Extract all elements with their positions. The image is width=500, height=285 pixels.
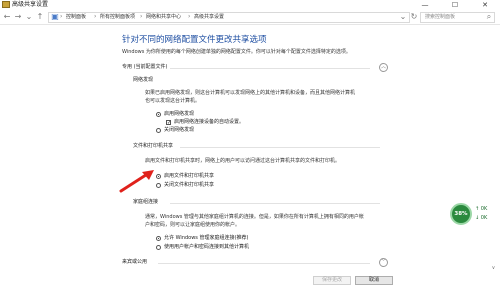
recent-dropdown-icon[interactable]: ⌄ <box>24 12 34 22</box>
refresh-icon[interactable]: ↻ <box>409 12 419 22</box>
file-sharing-on-radio[interactable] <box>156 174 161 179</box>
homegroup-allow-radio[interactable] <box>156 236 161 241</box>
file-sharing-off-radio[interactable] <box>156 183 161 188</box>
homegroup-user-radio[interactable] <box>156 245 161 250</box>
window-title: 高级共享设置 <box>12 1 49 8</box>
homegroup-desc-2: 户和密码，则可以让家庭组使用你的帐户。 <box>145 222 241 228</box>
page-title: 针对不同的网络配置文件更改共享选项 <box>122 35 267 45</box>
homegroup-allow-label[interactable]: 允许 Windows 管理家庭组连接(推荐) <box>164 235 248 242</box>
chevron-down-icon[interactable]: ﹀ <box>379 258 388 267</box>
homegroup-title: 家庭组连接 <box>133 199 159 205</box>
divider <box>158 263 370 264</box>
back-arrow-icon[interactable]: ← <box>2 12 12 22</box>
auto-setup-checkbox[interactable]: ✓ <box>166 120 171 126</box>
breadcrumb-network-center[interactable]: 网络和共享中心 <box>146 14 181 21</box>
download-speed: ↓ 0K <box>475 215 488 221</box>
breadcrumb-separator: › <box>188 13 191 20</box>
cpu-usage-badge: 38% <box>450 203 472 225</box>
auto-setup-label[interactable]: 启用网络连接设备的自动设置。 <box>174 119 244 126</box>
file-sharing-off-label[interactable]: 关闭文件和打印机共享 <box>164 182 214 189</box>
divider <box>180 147 380 148</box>
forward-arrow-icon[interactable]: → <box>13 12 23 22</box>
network-discovery-off-radio[interactable] <box>156 128 161 133</box>
file-printer-title: 文件和打印机共享 <box>133 143 174 149</box>
profile-guest-label: 来宾或公用 <box>122 259 148 265</box>
close-button[interactable]: ✕ <box>470 0 500 10</box>
profile-private-header[interactable]: 专用 (当前配置文件) ︿ <box>122 63 388 73</box>
breadcrumb-separator: › <box>94 13 97 20</box>
file-printer-desc: 启用文件和打印机共享时，网络上的用户可以访问通过这台计算机共享的文件和打印机。 <box>145 158 341 164</box>
breadcrumb-all-items[interactable]: 所有控制面板项 <box>100 14 135 21</box>
divider <box>170 203 380 204</box>
file-sharing-on-label[interactable]: 启用文件和打印机共享 <box>164 173 214 180</box>
profile-guest-header[interactable]: 来宾或公用 ﹀ <box>122 258 388 268</box>
search-placeholder: 搜索控制面板 <box>425 14 456 20</box>
network-discovery-on-label[interactable]: 启用网络发现 <box>164 111 194 118</box>
control-panel-icon: ▣ <box>51 12 59 21</box>
upload-speed: ↑ 0K <box>475 206 488 212</box>
annotation-arrow-icon <box>119 170 154 193</box>
maximize-button[interactable]: ☐ <box>440 0 470 10</box>
network-monitor-widget[interactable]: 38% ↑ 0K ↓ 0K <box>450 203 500 225</box>
cancel-button[interactable]: 取消 <box>355 276 393 285</box>
minimize-button[interactable]: — <box>410 0 440 10</box>
homegroup-user-label[interactable]: 使用用户帐户和密码连接到其他计算机 <box>164 244 249 251</box>
homegroup-desc-1: 通常，Windows 管理与其他家庭组计算机的连接。但是，如果你在所有计算机上拥… <box>145 214 364 220</box>
breadcrumb-separator: › <box>60 13 63 20</box>
page-subtitle: Windows 为你所使用的每个网络创建单独的网络配置文件。你可以针对每个配置文… <box>122 49 351 55</box>
network-discovery-desc-2: 也可以发现这台计算机。 <box>145 98 201 104</box>
network-discovery-on-radio[interactable] <box>156 112 161 117</box>
divider <box>170 68 370 69</box>
chevron-up-icon[interactable]: ︿ <box>379 63 388 72</box>
breadcrumb-control-panel[interactable]: 控制面板 <box>66 14 86 21</box>
breadcrumb-current[interactable]: 高级共享设置 <box>194 14 224 21</box>
search-icon[interactable]: ⌕ <box>484 12 494 22</box>
up-arrow-icon[interactable]: ↑ <box>35 12 45 22</box>
breadcrumb-separator: › <box>140 13 143 20</box>
save-changes-button[interactable]: 保存更改 <box>313 276 351 285</box>
scroll-down-icon[interactable]: ∨ <box>489 264 498 273</box>
network-discovery-desc-1: 如果已启用网络发现，则这台计算机可以发现网络上的其他计算机和设备，而且其他网络计… <box>145 90 356 96</box>
address-dropdown-icon[interactable]: ⌄ <box>398 12 408 22</box>
network-discovery-title: 网络发现 <box>133 77 154 83</box>
profile-private-label: 专用 (当前配置文件) <box>122 64 168 70</box>
network-discovery-off-label[interactable]: 关闭网络发现 <box>164 127 194 134</box>
network-folder-icon <box>2 1 10 8</box>
